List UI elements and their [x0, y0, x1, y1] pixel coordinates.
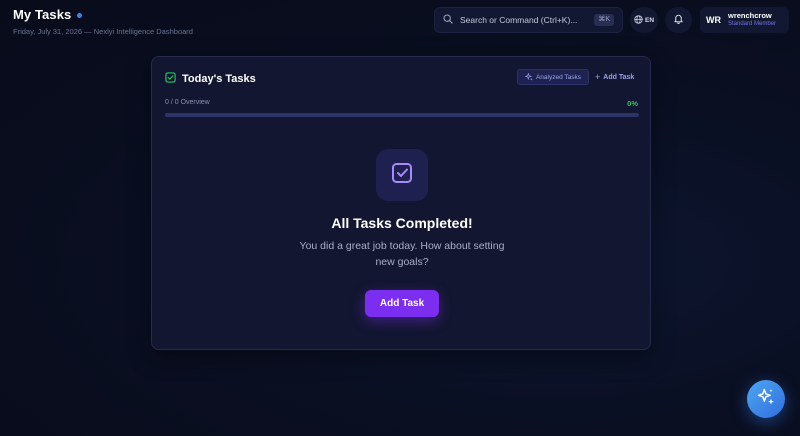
shortcut-badge: ⌘K: [594, 14, 614, 26]
top-header: My Tasks Friday, July 31, 2026 — Nexlyi …: [0, 0, 800, 44]
search-placeholder: Search or Command (Ctrl+K)...: [460, 15, 578, 25]
title-row: My Tasks: [13, 7, 193, 22]
add-task-link[interactable]: + Add Task: [595, 70, 634, 84]
page-title: My Tasks: [13, 7, 72, 22]
todays-tasks-card: Today's Tasks Analyzed Tasks + Add Task …: [151, 56, 651, 350]
ai-assistant-button[interactable]: [747, 380, 785, 418]
language-button[interactable]: EN: [630, 7, 658, 33]
add-task-button[interactable]: Add Task: [365, 290, 439, 317]
search-icon: [443, 11, 453, 29]
status-dot: [77, 12, 83, 18]
plus-icon: +: [595, 71, 601, 82]
sparkle-icon: [524, 68, 533, 86]
page-subtitle: Friday, July 31, 2026 — Nexlyi Intellige…: [13, 27, 193, 36]
sparkle-icon: [756, 387, 776, 412]
analyzed-tasks-button[interactable]: Analyzed Tasks: [517, 69, 589, 85]
avatar: WR: [706, 15, 721, 25]
user-menu[interactable]: WR wrenchcrow Standard Member: [700, 7, 789, 33]
notifications-button[interactable]: [665, 7, 692, 33]
user-role: Standard Member: [728, 21, 777, 27]
bell-icon: [673, 11, 684, 29]
progress-bar: [165, 113, 639, 117]
user-info: wrenchcrow Standard Member: [728, 11, 776, 29]
empty-state-message: You did a great job today. How about set…: [299, 240, 505, 268]
progress-percent: 0%: [627, 99, 638, 108]
card-title: Today's Tasks: [182, 73, 256, 85]
analyzed-tasks-label: Analyzed Tasks: [535, 73, 582, 81]
language-label: EN: [644, 16, 655, 24]
search-input[interactable]: Search or Command (Ctrl+K)... ⌘K: [434, 7, 623, 33]
user-name: wrenchcrow: [728, 11, 772, 20]
checkbox-icon: [390, 161, 414, 190]
progress-label: 0 / 0 Overview: [165, 99, 210, 106]
empty-state-icon-tile: [376, 149, 428, 201]
card-header: Today's Tasks: [165, 70, 256, 88]
checkbox-icon: [165, 70, 176, 88]
title-area: My Tasks Friday, July 31, 2026 — Nexlyi …: [13, 7, 193, 36]
globe-icon: [634, 11, 643, 29]
empty-state-title: All Tasks Completed!: [331, 215, 473, 231]
add-task-link-label: Add Task: [603, 73, 635, 81]
